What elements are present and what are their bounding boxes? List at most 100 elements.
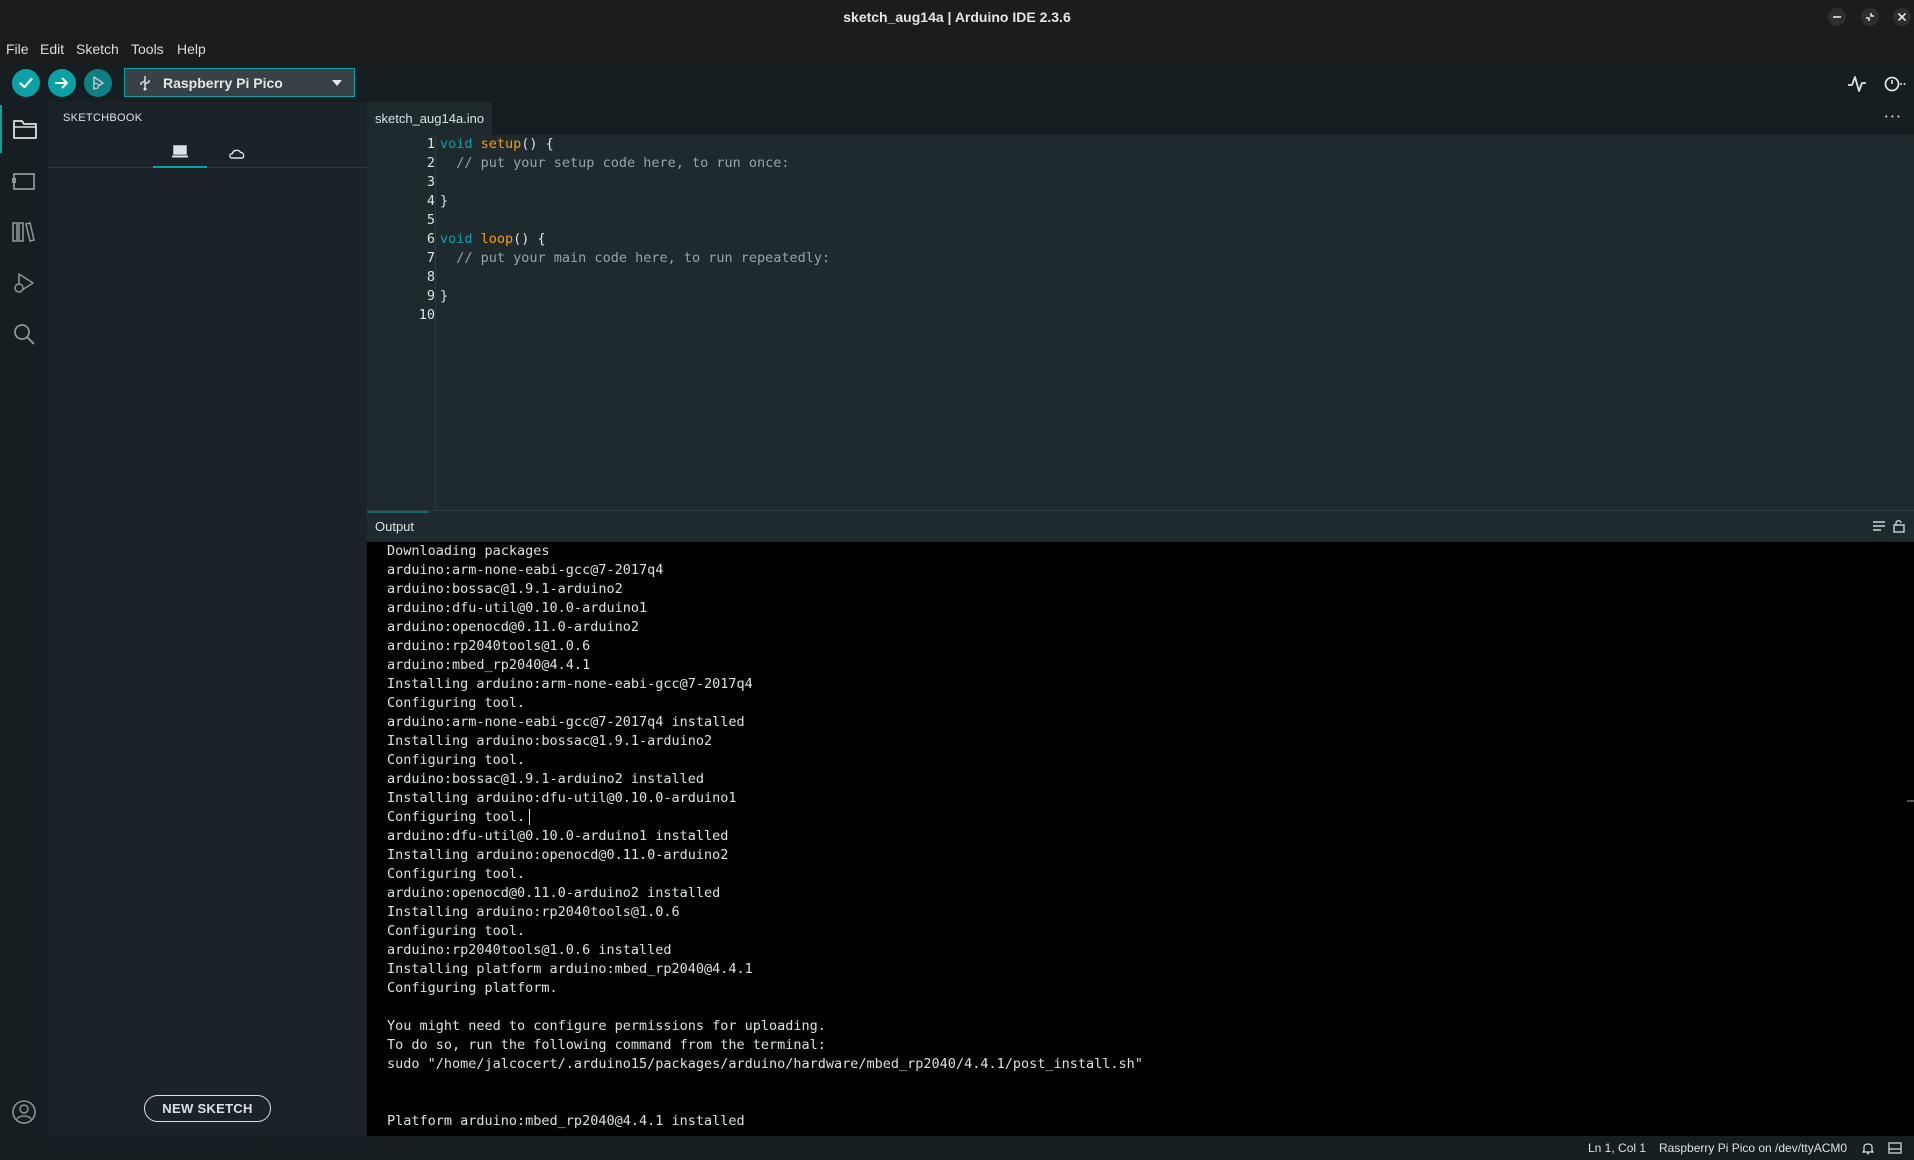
line-number: 2 [426, 155, 435, 171]
output-title[interactable]: Output [375, 511, 414, 543]
line-number: 4 [426, 193, 435, 209]
tab-cloud-sketchbook[interactable] [210, 138, 264, 168]
output-line: You might need to configure permissions … [387, 1018, 826, 1034]
laptop-icon [172, 145, 188, 158]
toggle-panel-button[interactable] [1888, 1141, 1902, 1155]
editor-tab-bar: sketch_aug14a.ino ··· [367, 102, 1914, 135]
keyword: void [440, 136, 473, 152]
code-comment: // put your main code here, to run repea… [456, 250, 831, 266]
code-line: // put your setup code here, to run once… [440, 154, 790, 173]
debug-icon [92, 76, 104, 90]
line-number: 6 [426, 231, 435, 247]
debug-activity[interactable] [0, 259, 48, 307]
output-line: arduino:arm-none-eabi-gcc@7-2017q4 insta… [387, 714, 745, 730]
line-number: 5 [426, 212, 435, 228]
serial-monitor-icon [1884, 76, 1906, 92]
output-line: Configuring tool. [387, 923, 526, 939]
more-actions-icon[interactable]: ··· [1884, 107, 1902, 126]
line-number: 1 [426, 136, 435, 152]
output-line: Platform arduino:mbed_rp2040@4.4.1 insta… [387, 1113, 745, 1129]
output-line: arduino:openocd@0.11.0-arduino2 installe… [387, 885, 721, 901]
output-console[interactable]: Downloading packages arduino:arm-none-ea… [367, 542, 1914, 1136]
verify-button[interactable] [12, 69, 40, 97]
line-number: 7 [426, 250, 435, 266]
output-line: arduino:dfu-util@0.10.0-arduino1 [387, 600, 648, 616]
debug-button[interactable] [84, 69, 112, 97]
output-line: Configuring tool. [387, 695, 526, 711]
board-name: Raspberry Pi Pico [163, 74, 283, 91]
notifications-button[interactable] [1861, 1141, 1875, 1155]
status-bar: Ln 1, Col 1 Raspberry Pi Pico on /dev/tt… [0, 1136, 1914, 1160]
text-cursor [529, 809, 530, 825]
serial-monitor-button[interactable] [1882, 73, 1906, 95]
board-port-status[interactable]: Raspberry Pi Pico on /dev/ttyACM0 [1659, 1136, 1847, 1160]
toolbar: Raspberry Pi Pico [0, 64, 1914, 102]
clear-output-icon[interactable] [1872, 519, 1886, 533]
minimize-button[interactable] [1828, 8, 1846, 26]
line-number: 10 [418, 307, 435, 323]
output-line: Installing arduino:rp2040tools@1.0.6 [387, 904, 680, 920]
cursor-position[interactable]: Ln 1, Col 1 [1588, 1136, 1646, 1160]
cloud-icon [229, 149, 245, 159]
output-line: arduino:rp2040tools@1.0.6 [387, 638, 591, 654]
scrollbar-marker[interactable] [1907, 800, 1914, 802]
output-line: arduino:rp2040tools@1.0.6 installed [387, 942, 672, 958]
serial-plotter-button[interactable] [1846, 73, 1868, 95]
output-line: Installing arduino:openocd@0.11.0-arduin… [387, 847, 729, 863]
usb-icon [137, 75, 153, 91]
code-text: } [440, 288, 449, 304]
output-line: Configuring tool. [387, 809, 526, 825]
window-title: sketch_aug14a | Arduino IDE 2.3.6 [843, 9, 1071, 25]
output-line: arduino:mbed_rp2040@4.4.1 [387, 657, 591, 673]
function-name: setup [480, 136, 522, 152]
maximize-button[interactable] [1861, 8, 1879, 26]
line-number: 3 [426, 174, 435, 190]
code-line: void loop() { [440, 230, 546, 249]
code-line: } [440, 287, 448, 306]
code-text: () { [513, 231, 546, 247]
menu-help[interactable]: Help [177, 34, 206, 64]
sketchbook-panel: SKETCHBOOK NEW SKETCH [48, 102, 367, 1136]
sketchbook-activity[interactable] [0, 105, 48, 153]
account-activity[interactable] [0, 1088, 48, 1136]
output-line: arduino:bossac@1.9.1-arduino2 installed [387, 771, 704, 787]
code-editor[interactable]: 1 2 3 4 5 6 7 8 9 10 void setup() { // p… [367, 135, 1914, 510]
chevron-down-icon [332, 80, 342, 86]
code-text: () { [521, 136, 554, 152]
close-icon [1897, 12, 1907, 22]
output-panel-header: Output [367, 510, 1914, 542]
menu-edit[interactable]: Edit [40, 34, 64, 64]
line-number: 9 [426, 288, 435, 304]
debug-icon [14, 273, 34, 293]
tab-sketch-file[interactable]: sketch_aug14a.ino [367, 102, 493, 135]
close-button[interactable] [1893, 8, 1911, 26]
output-line: arduino:bossac@1.9.1-arduino2 [387, 581, 623, 597]
output-line: Configuring tool. [387, 866, 526, 882]
code-area[interactable]: void setup() { // put your setup code he… [435, 135, 1914, 510]
board-icon [12, 173, 35, 190]
menu-bar: File Edit Sketch Tools Help [0, 34, 1914, 64]
board-selector[interactable]: Raspberry Pi Pico [124, 68, 355, 97]
sketchbook-tabs [48, 138, 367, 168]
code-line: void setup() { [440, 135, 554, 154]
lock-scroll-icon[interactable] [1892, 519, 1906, 533]
menu-tools[interactable]: Tools [131, 34, 164, 64]
menu-file[interactable]: File [6, 34, 29, 64]
output-line: arduino:arm-none-eabi-gcc@7-2017q4 [387, 562, 664, 578]
search-activity[interactable] [0, 310, 48, 358]
bell-icon [1861, 1143, 1875, 1155]
title-bar: sketch_aug14a | Arduino IDE 2.3.6 [0, 0, 1914, 34]
plotter-icon [1848, 76, 1866, 92]
output-line: Downloading packages [387, 543, 550, 559]
arrow-right-icon [55, 77, 68, 89]
library-manager-activity[interactable] [0, 208, 48, 256]
code-comment: // put your setup code here, to run once… [456, 155, 790, 171]
boards-manager-activity[interactable] [0, 157, 48, 205]
tab-local-sketchbook[interactable] [153, 138, 207, 168]
line-number-gutter: 1 2 3 4 5 6 7 8 9 10 [367, 135, 435, 510]
new-sketch-button[interactable]: NEW SKETCH [144, 1095, 271, 1122]
code-line: } [440, 192, 448, 211]
menu-sketch[interactable]: Sketch [76, 34, 119, 64]
upload-button[interactable] [48, 69, 76, 97]
output-line: Installing arduino:arm-none-eabi-gcc@7-2… [387, 676, 753, 692]
